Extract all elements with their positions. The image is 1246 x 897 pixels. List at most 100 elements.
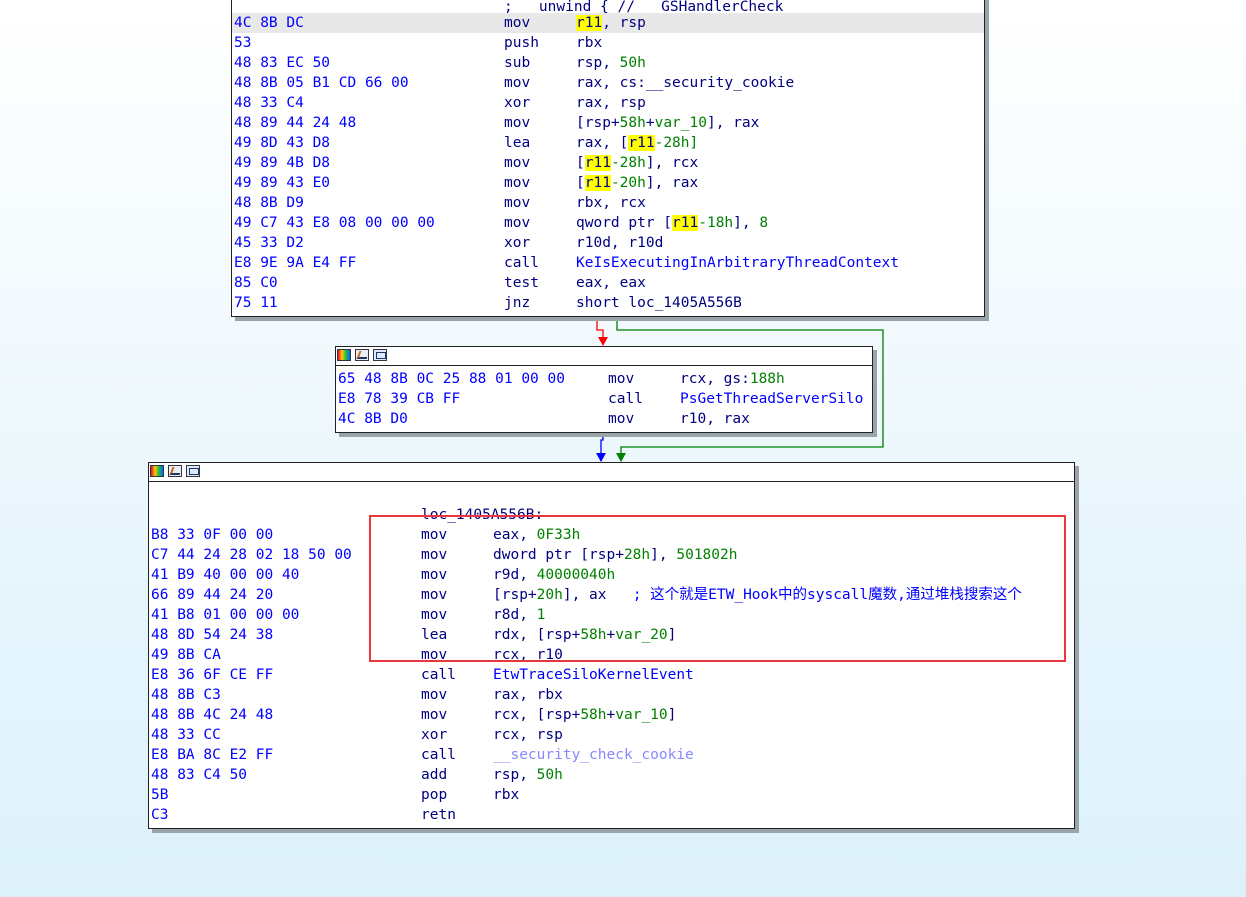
- opcode-bytes: 48 8B C3: [151, 687, 221, 703]
- operands[interactable]: rsp, 50h: [576, 53, 646, 73]
- operands[interactable]: rcx, rsp: [493, 725, 563, 745]
- mnemonic: mov: [504, 115, 531, 131]
- operands[interactable]: rax, [r11-28h]: [576, 133, 698, 153]
- operands[interactable]: rcx, gs:188h: [680, 369, 785, 389]
- operand-token: PsGetThreadServerSilo: [680, 391, 864, 407]
- operand-token: rax, rsp: [576, 95, 646, 111]
- operand-token: ], rax: [645, 175, 699, 191]
- opcode-bytes: C7 44 24 28 02 18 50 00: [151, 547, 352, 563]
- opcode-bytes: 48 83 EC 50: [234, 55, 331, 71]
- opcode-bytes: 41 B9 40 00 00 40: [151, 567, 300, 583]
- mnemonic: mov: [608, 371, 635, 387]
- operand-token: var_10: [615, 707, 668, 723]
- operand-token: rax, cs:__security_cookie: [576, 75, 795, 91]
- operands[interactable]: qword ptr [r11-18h], 8: [576, 213, 768, 233]
- operands[interactable]: rax, rbx: [493, 685, 563, 705]
- opcode-bytes: 49 8D 43 D8: [234, 135, 331, 151]
- operand-token: rbx, rcx: [576, 195, 646, 211]
- highlighted-register: r11: [672, 215, 699, 231]
- opcode-bytes: 48 8B 4C 24 48: [151, 707, 274, 723]
- grouping-icon[interactable]: [186, 465, 200, 477]
- mnemonic: call: [421, 747, 456, 763]
- mnemonic: pop: [421, 787, 448, 803]
- mnemonic: xor: [421, 727, 448, 743]
- mnemonic: mov: [504, 75, 531, 91]
- opcode-bytes: 49 8B CA: [151, 647, 221, 663]
- node-header: [336, 347, 872, 366]
- operands[interactable]: rbx: [576, 33, 602, 53]
- operands[interactable]: KeIsExecutingInArbitraryThreadContext: [576, 253, 899, 273]
- operands[interactable]: PsGetThreadServerSilo: [680, 389, 863, 409]
- operands[interactable]: eax, eax: [576, 273, 646, 293]
- mnemonic: push: [504, 35, 539, 51]
- opcode-bytes: C3: [151, 807, 169, 823]
- operands[interactable]: r10, rax: [680, 409, 750, 429]
- opcode-bytes: 65 48 8B 0C 25 88 01 00 00: [338, 371, 565, 387]
- operands[interactable]: EtwTraceSiloKernelEvent: [493, 665, 694, 685]
- opcode-bytes: B8 33 0F 00 00: [151, 527, 274, 543]
- opcode-bytes: 48 89 44 24 48: [234, 115, 357, 131]
- operand-token: 50h: [619, 55, 646, 71]
- opcode-bytes: E8 78 39 CB FF: [338, 391, 461, 407]
- opcode-bytes: 45 33 D2: [234, 235, 304, 251]
- opcode-bytes: 48 33 CC: [151, 727, 221, 743]
- color-palette-icon[interactable]: [150, 465, 164, 477]
- mnemonic: xor: [504, 235, 531, 251]
- operands[interactable]: rsp, 50h: [493, 765, 563, 785]
- grouping-icon[interactable]: [373, 349, 387, 361]
- graph-node-server-silo[interactable]: 65 48 8B 0C 25 88 01 00 00 mov rcx, gs:188…: [335, 346, 873, 433]
- operands[interactable]: [rsp+58h+var_10], rax: [576, 113, 759, 133]
- true-branch-arrow: [616, 453, 626, 462]
- mnemonic: retn: [421, 807, 456, 823]
- operands[interactable]: rbx, rcx: [576, 193, 646, 213]
- operand-token: short loc_1405A556B: [576, 295, 742, 311]
- operand-token: rcx, gs:: [680, 371, 750, 387]
- operand-token: [: [576, 175, 585, 191]
- direct-edge-arrow: [596, 453, 606, 462]
- operand-token: [: [576, 155, 585, 171]
- color-palette-icon[interactable]: [337, 349, 351, 361]
- edit-graph-icon[interactable]: [355, 349, 370, 361]
- operand-token: r10, rax: [680, 411, 750, 427]
- operands[interactable]: __security_check_cookie: [493, 745, 694, 765]
- operand-token: -18h: [698, 215, 734, 231]
- mnemonic: mov: [421, 707, 448, 723]
- operand-token: -20h: [610, 175, 646, 191]
- node-header: [149, 463, 1074, 482]
- opcode-bytes: 48 8D 54 24 38: [151, 627, 274, 643]
- operands[interactable]: rbx: [493, 785, 519, 805]
- graph-node-entry[interactable]: ; __unwind { // __GSHandlerCheck 4C 8B D…: [231, 0, 985, 317]
- operand-token: r10d, r10d: [576, 235, 664, 251]
- operand-token: EtwTraceSiloKernelEvent: [493, 667, 694, 683]
- opcode-bytes: 48 8B 05 B1 CD 66 00: [234, 75, 409, 91]
- operand-token: 58h: [580, 707, 607, 723]
- highlighted-register: r11: [584, 155, 611, 171]
- operands[interactable]: short loc_1405A556B: [576, 293, 742, 313]
- mnemonic: mov: [421, 687, 448, 703]
- operand-token: 58h: [619, 115, 646, 131]
- operand-token: , rsp: [602, 15, 646, 31]
- opcode-bytes: 49 89 4B D8: [234, 155, 331, 171]
- operands[interactable]: [r11-20h], rax: [576, 173, 698, 193]
- annotation-highlight-box: [369, 515, 1066, 662]
- operand-token: KeIsExecutingInArbitraryThreadContext: [576, 255, 900, 271]
- opcode-bytes: 5B: [151, 787, 169, 803]
- edit-graph-icon[interactable]: [168, 465, 183, 477]
- operands[interactable]: r11, rsp: [576, 13, 646, 33]
- mnemonic: lea: [504, 135, 531, 151]
- mnemonic: mov: [504, 215, 531, 231]
- operands[interactable]: rax, cs:__security_cookie: [576, 73, 794, 93]
- operands[interactable]: r10d, r10d: [576, 233, 663, 253]
- operands[interactable]: rax, rsp: [576, 93, 646, 113]
- mnemonic: call: [504, 255, 539, 271]
- operands[interactable]: rcx, [rsp+58h+var_10]: [493, 705, 676, 725]
- highlighted-register: r11: [576, 15, 603, 31]
- opcode-bytes: E8 36 6F CE FF: [151, 667, 274, 683]
- operand-token: [rsp+: [576, 115, 620, 131]
- opcode-bytes: 53: [234, 35, 252, 51]
- opcode-bytes: 66 89 44 24 20: [151, 587, 274, 603]
- operand-token: var_10: [654, 115, 707, 131]
- mnemonic: mov: [504, 195, 531, 211]
- operand-token: __security_check_cookie: [493, 747, 694, 763]
- operands[interactable]: [r11-28h], rcx: [576, 153, 698, 173]
